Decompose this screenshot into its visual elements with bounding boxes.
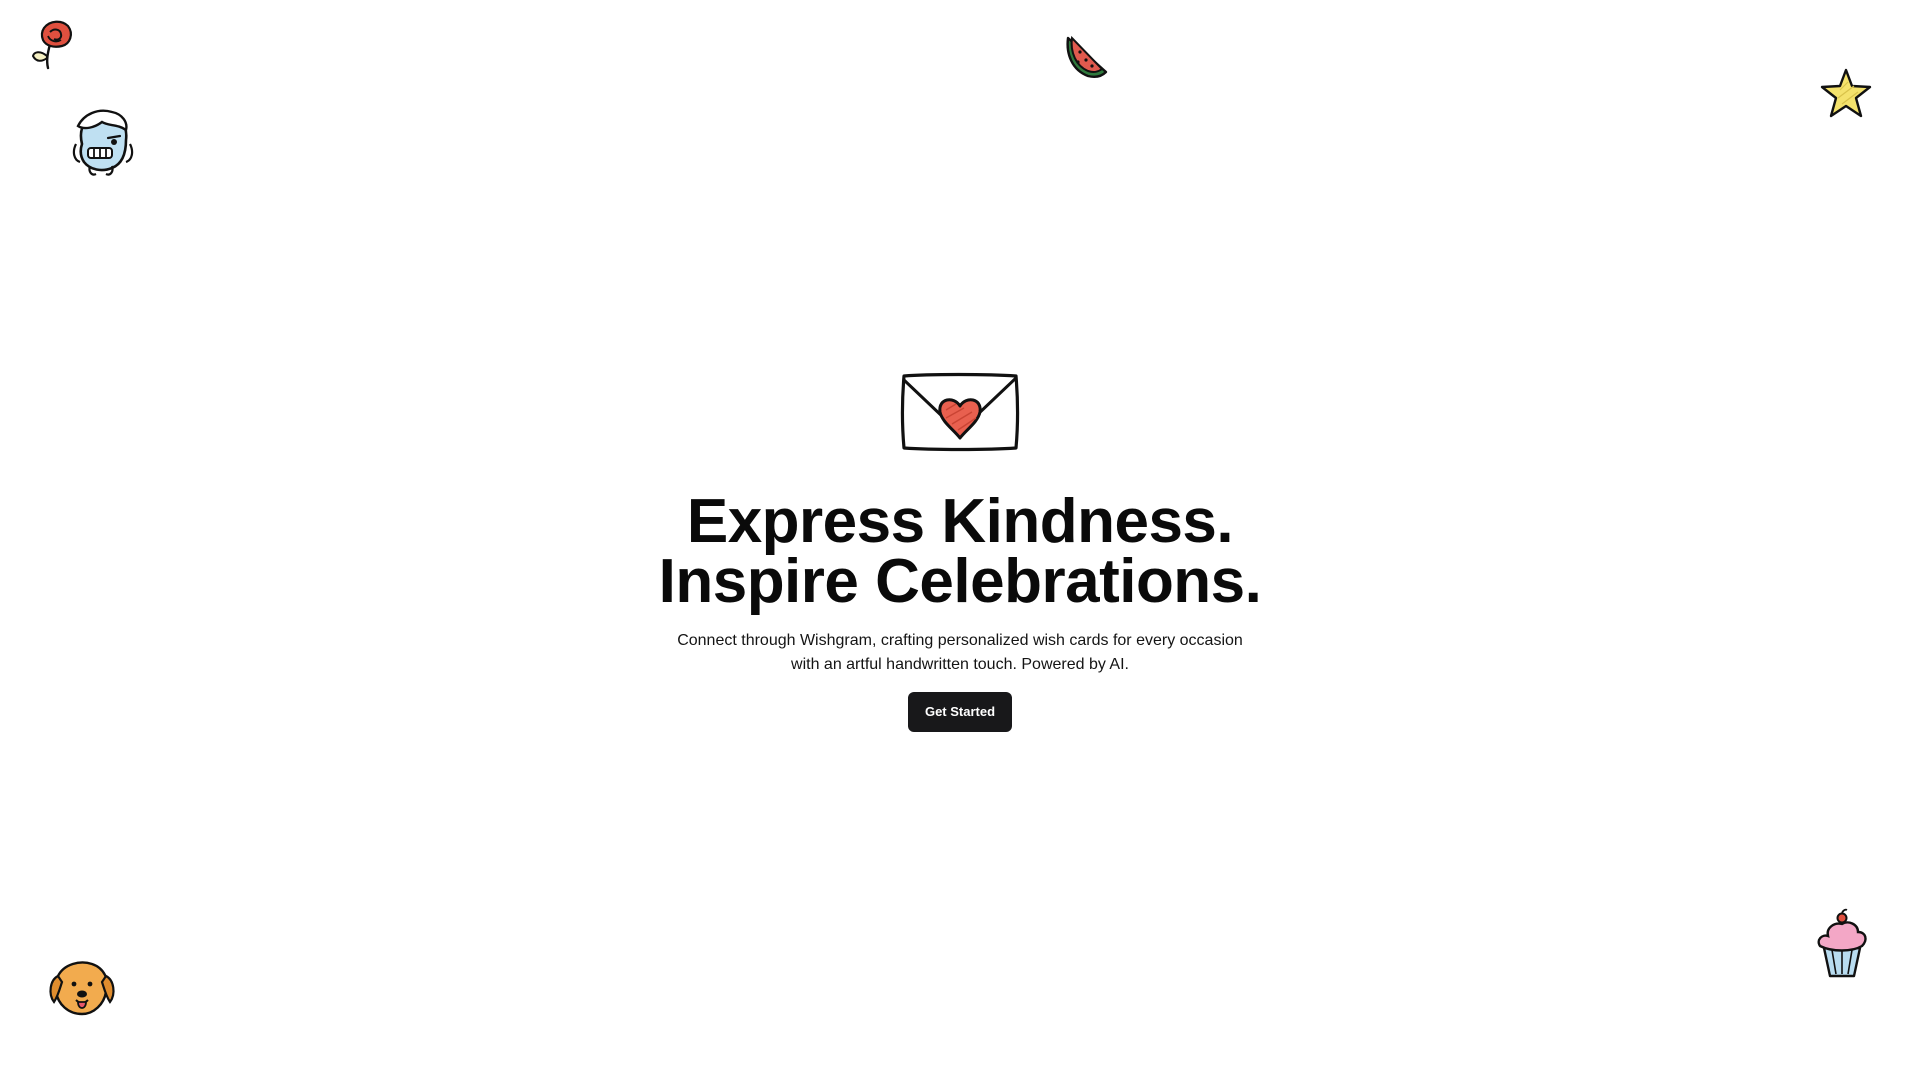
- hero-section: Express Kindness. Inspire Celebrations. …: [0, 0, 1920, 1080]
- get-started-button[interactable]: Get Started: [908, 692, 1012, 732]
- subtitle-line-1: Connect through Wishgram, crafting perso…: [677, 632, 1243, 649]
- envelope-heart-icon: [900, 372, 1020, 452]
- hero-subtitle: Connect through Wishgram, crafting perso…: [660, 629, 1260, 677]
- headline-line-1: Express Kindness.: [686, 487, 1234, 556]
- headline-line-2: Inspire Celebrations.: [658, 547, 1262, 616]
- subtitle-line-2: with an artful handwritten touch. Powere…: [791, 656, 1129, 673]
